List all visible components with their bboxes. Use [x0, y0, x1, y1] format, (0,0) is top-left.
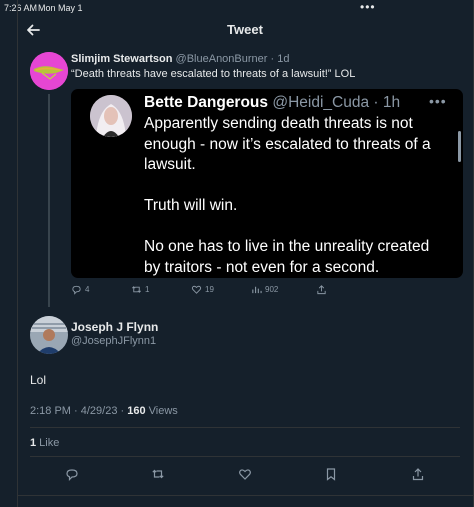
text-line: No one has to live in the unreality crea… — [144, 238, 430, 255]
quoting-tweet-actions: 4 1 19 902 — [71, 284, 371, 300]
text-line: enough - now it’s escalated to threats o… — [144, 135, 431, 153]
author-handle[interactable]: @JosephJFlynn1 — [71, 335, 156, 347]
divider — [17, 495, 473, 496]
views-label: Views — [145, 405, 178, 417]
text-line: by traitors - not even for a second. — [144, 258, 380, 276]
tweet-action-bar — [17, 467, 473, 483]
views-button[interactable]: 902 — [251, 284, 278, 295]
retweet-button[interactable]: 1 — [131, 284, 149, 295]
retweet-button[interactable] — [151, 467, 165, 481]
views-icon — [252, 286, 262, 294]
left-rail — [0, 0, 18, 507]
retweet-count: 1 — [145, 285, 150, 294]
retweet-icon — [132, 286, 141, 293]
quoted-tweet-card[interactable]: Bette Dangerous @Heidi_Cuda · 1h ••• App… — [71, 89, 463, 278]
page-title: Tweet — [227, 22, 263, 37]
quoted-tweet-text: Apparently sending death threats is not … — [144, 114, 452, 278]
author-handle[interactable]: @BlueAnonBurner — [176, 53, 268, 65]
quoting-tweet-text: “Death threats have escalated to threats… — [71, 68, 356, 80]
thread-line — [48, 94, 50, 307]
reply-button[interactable]: 4 — [71, 284, 89, 295]
tweet-text: Lol — [30, 373, 47, 387]
like-icon — [191, 285, 202, 294]
tweet-detail-column: Tweet Slimjim Stewartson @BlueAnonBurner… — [17, 0, 474, 507]
views-count: 902 — [265, 285, 279, 294]
like-button[interactable] — [238, 467, 252, 481]
tweet-age[interactable]: · 1h — [373, 94, 400, 111]
text-line: Truth will win. — [144, 197, 238, 214]
likes-label: Like — [36, 437, 60, 449]
reply-button[interactable] — [65, 467, 79, 481]
avatar[interactable] — [30, 52, 68, 90]
author-name[interactable]: Joseph J Flynn — [71, 320, 158, 334]
retweet-icon — [152, 469, 164, 479]
author-handle[interactable]: @Heidi_Cuda — [272, 94, 369, 111]
author-name[interactable]: Bette Dangerous — [144, 94, 268, 111]
avatar[interactable] — [30, 316, 68, 354]
text-line: Apparently sending death threats is not — [144, 115, 413, 132]
share-icon — [317, 285, 326, 295]
page-header: Tweet — [17, 14, 473, 46]
quoted-tweet-header: Bette Dangerous @Heidi_Cuda · 1h — [144, 94, 400, 112]
reply-icon — [72, 285, 81, 295]
divider — [30, 427, 460, 428]
more-options-icon[interactable]: ••• — [429, 93, 447, 109]
quoting-tweet-header: Slimjim Stewartson @BlueAnonBurner · 1d — [71, 53, 289, 65]
views-count: 160 — [127, 405, 146, 417]
tweet-meta: 2:18 PM · 4/29/23 · 160 Views — [30, 405, 178, 417]
like-icon — [239, 469, 251, 480]
bookmark-icon — [326, 468, 336, 481]
reply-icon — [66, 469, 78, 481]
tweet-age[interactable]: · 1d — [271, 53, 290, 65]
reply-count: 4 — [85, 285, 90, 294]
author-name[interactable]: Slimjim Stewartson — [71, 53, 172, 65]
share-icon — [412, 468, 424, 481]
avatar[interactable] — [90, 95, 132, 137]
like-count: 19 — [205, 285, 214, 294]
like-button[interactable]: 19 — [191, 284, 214, 295]
share-button[interactable] — [316, 284, 327, 295]
text-line: lawsuit. — [144, 156, 196, 173]
share-button[interactable] — [411, 467, 425, 481]
scrollbar[interactable] — [458, 131, 461, 162]
divider — [30, 456, 460, 457]
likes-summary[interactable]: 1 Like — [30, 437, 59, 449]
tweet-timestamp[interactable]: 2:18 PM · 4/29/23 · — [30, 405, 127, 417]
bookmark-button[interactable] — [324, 467, 338, 481]
